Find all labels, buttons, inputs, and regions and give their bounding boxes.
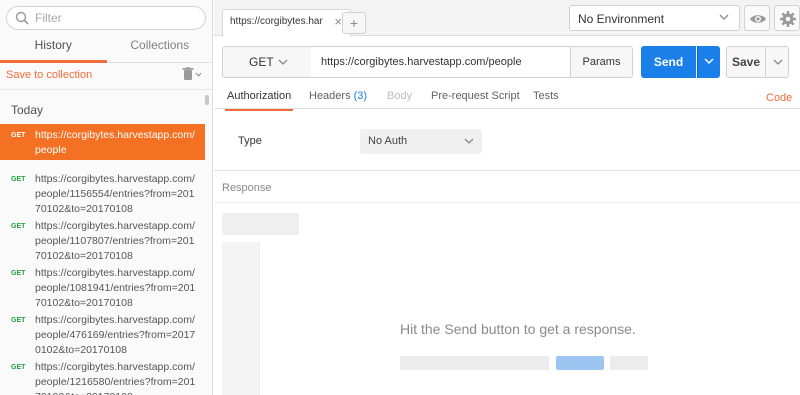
tab-bar: https://corgibytes.har × + No Environmen…: [214, 0, 800, 37]
method-value: GET: [249, 55, 274, 69]
history-url: https://corgibytes.harvestapp.com/people…: [35, 267, 196, 309]
gear-icon: [780, 11, 796, 27]
history-method: GET: [11, 317, 26, 324]
headers-count-badge: (3): [353, 90, 368, 102]
trash-icon[interactable]: [182, 67, 202, 81]
response-meta-placeholder: [222, 213, 299, 235]
history-item[interactable]: GET https://corgibytes.harvestapp.com/pe…: [0, 124, 205, 160]
request-tab[interactable]: https://corgibytes.har ×: [222, 9, 351, 37]
close-icon[interactable]: ×: [334, 14, 342, 29]
history-method: GET: [11, 132, 26, 139]
history-url: https://corgibytes.harvestapp.com/people…: [35, 220, 195, 262]
environment-value: No Environment: [578, 12, 665, 26]
save-to-collection-link[interactable]: Save to collection: [6, 69, 92, 81]
save-button[interactable]: Save: [726, 46, 766, 78]
history-item[interactable]: GET https://corgibytes.harvestapp.com/pe…: [0, 215, 205, 262]
auth-type-label: Type: [238, 135, 262, 147]
sidebar-tabs: History Collections: [0, 36, 213, 63]
sidebar: History Collections Save to collection T…: [0, 0, 213, 395]
save-dropdown-button[interactable]: [765, 46, 789, 78]
tab-headers[interactable]: Headers (3): [309, 90, 367, 102]
response-hint: Hit the Send button to get a response.: [400, 321, 636, 337]
placeholder-bar: [610, 356, 648, 370]
auth-type-value: No Auth: [368, 135, 408, 147]
history-method: GET: [11, 176, 26, 183]
sidebar-divider: [0, 89, 213, 90]
history-list: GET https://corgibytes.harvestapp.com/pe…: [0, 124, 205, 395]
history-url: https://corgibytes.harvestapp.com/people…: [35, 314, 196, 356]
eye-icon: [750, 15, 766, 23]
chevron-down-icon: [773, 59, 783, 65]
method-select[interactable]: GET: [222, 46, 312, 78]
eye-button[interactable]: [744, 5, 770, 31]
history-item[interactable]: GET https://corgibytes.harvestapp.com/pe…: [0, 356, 205, 395]
search-box[interactable]: [6, 6, 206, 30]
history-url: https://corgibytes.harvestapp.com/people…: [35, 361, 196, 395]
search-icon: [15, 11, 29, 25]
response-header-divider: [214, 202, 800, 203]
url-input[interactable]: [311, 46, 571, 78]
environment-select[interactable]: No Environment: [569, 5, 740, 31]
request-tab-label: https://corgibytes.har: [230, 16, 323, 27]
history-url: https://corgibytes.harvestapp.com/people…: [35, 173, 195, 215]
history-item[interactable]: GET https://corgibytes.harvestapp.com/pe…: [0, 309, 205, 356]
send-button[interactable]: Send: [641, 46, 696, 78]
tab-authorization[interactable]: Authorization: [224, 90, 294, 111]
history-item[interactable]: GET https://corgibytes.harvestapp.com/pe…: [0, 168, 205, 215]
placeholder-bar-highlight: [556, 356, 604, 370]
response-body: [259, 242, 800, 395]
response-divider: [214, 170, 800, 171]
search-input[interactable]: [35, 10, 200, 26]
settings-button[interactable]: [774, 5, 800, 31]
tab-history[interactable]: History: [0, 36, 107, 63]
scrollbar-thumb[interactable]: [205, 95, 209, 105]
tab-collections[interactable]: Collections: [107, 36, 214, 62]
history-item[interactable]: GET https://corgibytes.harvestapp.com/pe…: [0, 262, 205, 309]
tab-headers-label: Headers: [309, 90, 351, 102]
chevron-down-icon: [464, 138, 474, 144]
history-url: https://corgibytes.harvestapp.com/people: [35, 129, 195, 156]
tab-tests[interactable]: Tests: [533, 90, 559, 102]
send-dropdown-button[interactable]: [697, 46, 720, 78]
params-button[interactable]: Params: [570, 46, 633, 78]
history-group-label: Today: [11, 103, 44, 117]
tab-prerequest-script[interactable]: Pre-request Script: [431, 90, 520, 102]
chevron-down-icon: [719, 14, 729, 20]
auth-type-select[interactable]: No Auth: [360, 129, 482, 154]
tab-body[interactable]: Body: [387, 90, 412, 102]
request-tabs: Authorization Headers (3) Body Pre-reque…: [214, 88, 800, 111]
response-label: Response: [222, 182, 272, 194]
history-method: GET: [11, 270, 26, 277]
chevron-down-icon: [278, 59, 288, 65]
chevron-down-icon: [704, 58, 714, 64]
placeholder-bar: [400, 356, 549, 370]
new-tab-button[interactable]: +: [342, 12, 366, 34]
history-method: GET: [11, 364, 26, 371]
sidebar-scrollbar[interactable]: [205, 95, 210, 395]
history-method: GET: [11, 223, 26, 230]
code-link[interactable]: Code: [766, 92, 792, 104]
